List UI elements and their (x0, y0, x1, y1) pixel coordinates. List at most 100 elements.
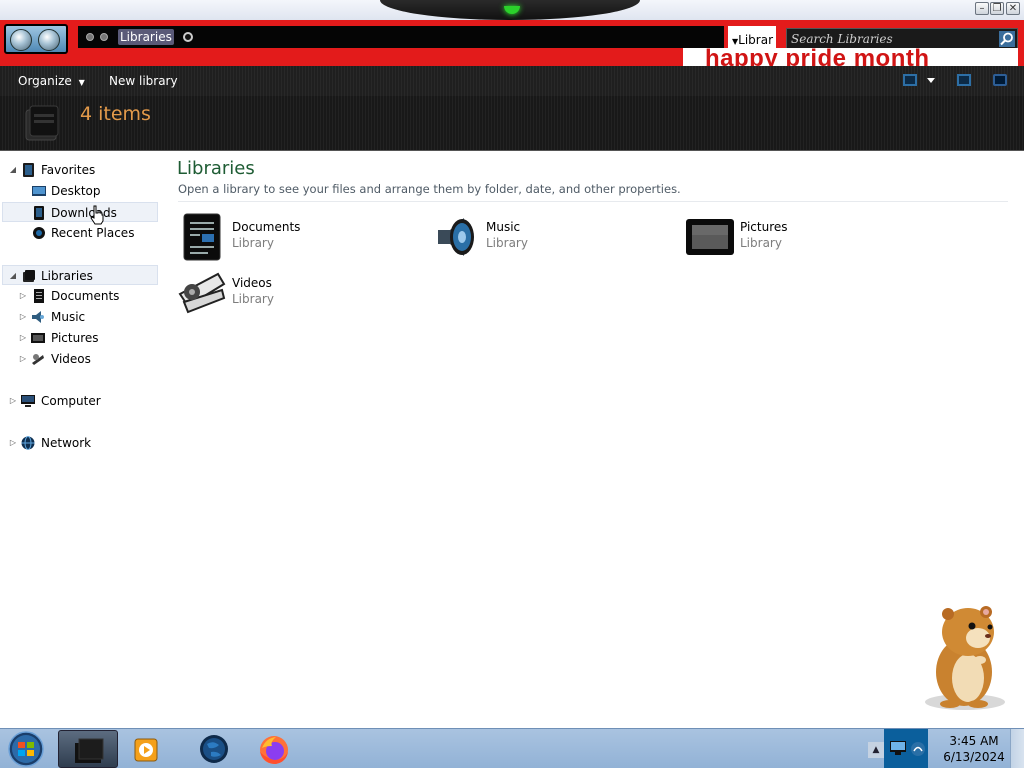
library-name: Videos (232, 276, 272, 290)
documents-icon (183, 213, 221, 261)
tray-icons (884, 729, 928, 768)
network-status-icon[interactable] (910, 741, 926, 757)
hamster-desktop-pet (925, 606, 1005, 710)
library-type: Library (232, 236, 274, 250)
breadcrumb-arrow-icon[interactable] (183, 32, 193, 42)
system-tray: ▲ 3:45 AM 6/13/2024 (864, 729, 1024, 768)
nav-libraries[interactable]: ◢ Libraries (2, 265, 158, 285)
item-count: 4 items (80, 103, 151, 125)
new-library-button[interactable]: New library (109, 74, 178, 88)
expand-arrow-icon[interactable]: ▷ (18, 349, 28, 369)
network-icon (21, 436, 35, 450)
forward-icon[interactable] (38, 29, 60, 51)
library-tile-pictures[interactable]: Pictures Library (686, 212, 926, 262)
command-bar: Organize ▼ New library (0, 66, 1024, 96)
page-subtitle: Open a library to see your files and arr… (178, 182, 681, 196)
nav-libraries-label: Libraries (41, 269, 93, 283)
minimize-button[interactable]: – (975, 2, 989, 15)
maximize-button[interactable]: ❐ (990, 2, 1004, 15)
taskbar-media-player-button[interactable] (118, 730, 178, 768)
nav-item-label: Recent Places (51, 226, 135, 240)
taskbar-globe-button[interactable] (183, 730, 243, 768)
library-type: Library (740, 236, 782, 250)
library-tile-music[interactable]: Music Library (432, 212, 672, 262)
address-dropdown-label: Librar (738, 33, 774, 47)
divider (178, 201, 1008, 202)
computer-icon (21, 395, 35, 407)
downloads-icon (34, 206, 44, 220)
nav-item-videos[interactable]: ▷ Videos (2, 349, 158, 369)
nav-item-label: Pictures (51, 331, 99, 345)
nav-item-desktop[interactable]: Desktop (2, 181, 158, 201)
organize-label: Organize (18, 74, 72, 88)
nav-item-recent-places[interactable]: Recent Places (2, 223, 158, 243)
library-tile-videos[interactable]: Videos Library (178, 268, 418, 318)
clock[interactable]: 3:45 AM 6/13/2024 (934, 733, 1014, 765)
clock-time: 3:45 AM (949, 734, 999, 748)
media-player-icon (134, 738, 158, 762)
monitor-icon[interactable] (890, 741, 906, 755)
library-name: Pictures (740, 220, 788, 234)
details-header: 4 items (0, 96, 1024, 151)
breadcrumb-libraries[interactable]: Libraries (118, 29, 174, 45)
title-bar: – ❐ ✕ Libraries ▼Librar happy pride mont… (0, 0, 1024, 66)
nav-network-label: Network (41, 436, 92, 450)
expand-arrow-icon[interactable]: ▷ (18, 328, 28, 348)
library-tile-documents[interactable]: Documents Library (178, 212, 418, 262)
favorites-icon (23, 163, 34, 177)
nav-item-label: Documents (51, 289, 120, 303)
music-icon (438, 218, 474, 256)
documents-icon (34, 289, 44, 303)
search-icon[interactable] (999, 31, 1015, 47)
address-bar[interactable]: Libraries (78, 26, 724, 48)
close-button[interactable]: ✕ (1006, 2, 1020, 15)
view-options-dropdown-icon[interactable] (927, 78, 935, 83)
taskbar-firefox-button[interactable] (244, 730, 304, 768)
pictures-icon (686, 219, 734, 255)
address-dropdown-tab[interactable]: ▼Librar (728, 26, 776, 50)
libraries-icon (23, 270, 35, 282)
organize-button[interactable]: Organize ▼ (18, 74, 85, 88)
nav-item-label: Videos (51, 352, 91, 366)
show-desktop-button[interactable] (1010, 729, 1024, 768)
chevron-down-icon: ▼ (78, 78, 85, 87)
address-root-icon[interactable] (86, 33, 94, 41)
expand-arrow-icon[interactable]: ▷ (18, 286, 28, 306)
globe-icon (200, 735, 228, 763)
nav-item-label: Downloads (51, 206, 117, 220)
nav-computer[interactable]: ▷ Computer (2, 391, 158, 411)
videos-icon (32, 354, 44, 365)
pride-banner: happy pride month (683, 48, 1018, 66)
library-type: Library (232, 292, 274, 306)
collapse-arrow-icon[interactable]: ◢ (8, 266, 18, 286)
nav-item-documents[interactable]: ▷ Documents (2, 286, 158, 306)
content-pane: Libraries Open a library to see your fil… (162, 152, 1024, 728)
address-chevron-icon[interactable] (100, 33, 108, 41)
preview-pane-icon[interactable] (957, 74, 971, 86)
collapse-arrow-icon[interactable]: ◢ (8, 160, 18, 180)
change-view-icon[interactable] (903, 74, 917, 86)
videos-icon (178, 272, 226, 314)
libraries-icon (25, 105, 59, 141)
desktop-icon (32, 186, 46, 196)
nav-favorites[interactable]: ◢ Favorites (2, 160, 158, 180)
show-hidden-icons-button[interactable]: ▲ (868, 742, 884, 758)
taskbar-explorer-button[interactable] (58, 730, 118, 768)
nav-item-downloads[interactable]: Downloads (2, 202, 158, 225)
nav-computer-label: Computer (41, 394, 101, 408)
nav-network[interactable]: ▷ Network (2, 433, 158, 453)
expand-arrow-icon[interactable]: ▷ (18, 307, 28, 327)
start-button[interactable] (6, 731, 46, 767)
search-box[interactable] (786, 28, 1018, 50)
search-input[interactable] (787, 29, 997, 49)
library-name: Music (486, 220, 521, 234)
pictures-icon (31, 333, 45, 343)
back-forward-buttons[interactable] (4, 24, 68, 54)
nav-item-pictures[interactable]: ▷ Pictures (2, 328, 158, 348)
help-icon[interactable] (993, 74, 1007, 86)
back-icon[interactable] (10, 29, 32, 51)
expand-arrow-icon[interactable]: ▷ (8, 433, 18, 453)
expand-arrow-icon[interactable]: ▷ (8, 391, 18, 411)
nav-item-music[interactable]: ▷ Music (2, 307, 158, 327)
hand-cursor-icon (90, 205, 104, 225)
